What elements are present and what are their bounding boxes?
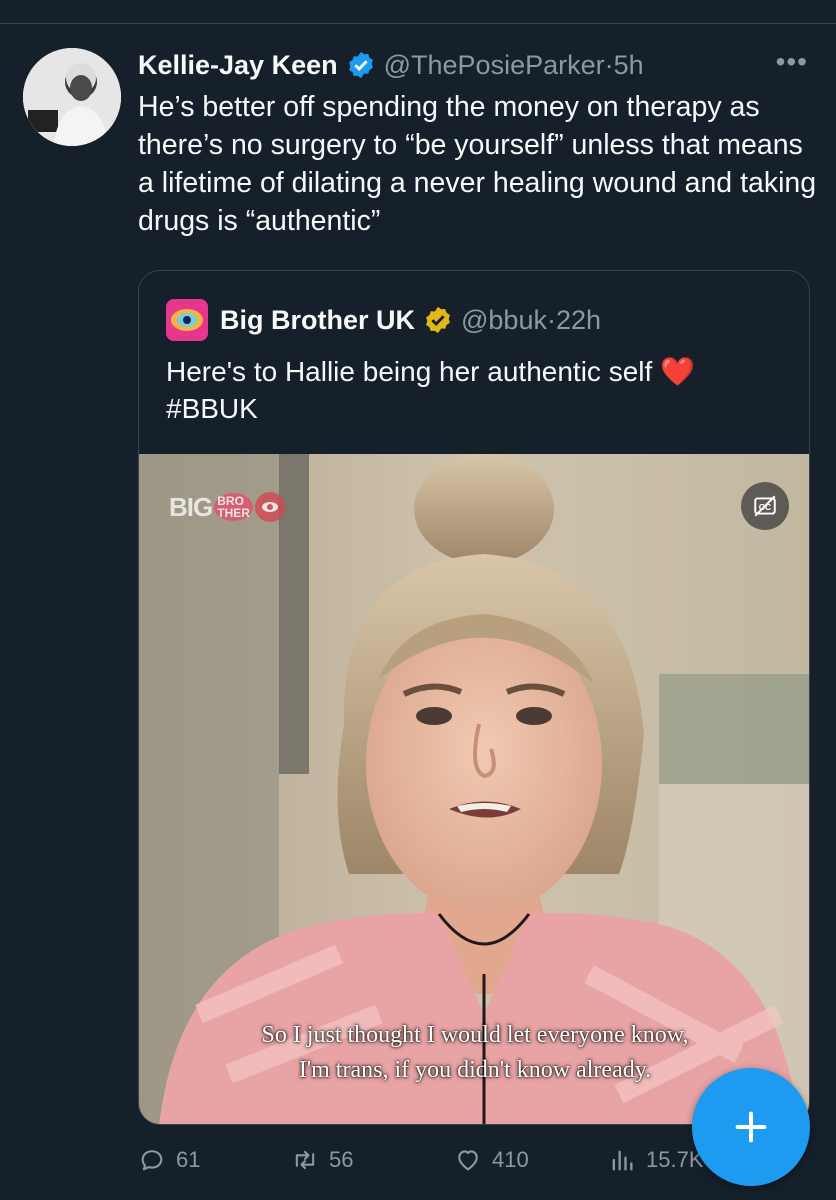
quoted-avatar[interactable] bbox=[166, 299, 208, 341]
subtitle-line-2: I'm trans, if you didn't know already. bbox=[298, 1057, 652, 1083]
quoted-text: Here's to Hallie being her authentic sel… bbox=[166, 356, 695, 424]
avatar-image bbox=[23, 48, 121, 146]
closed-captions-icon: CC bbox=[754, 495, 776, 517]
like-count: 410 bbox=[492, 1147, 529, 1172]
closed-captions-button[interactable]: CC bbox=[741, 482, 789, 530]
more-options-icon[interactable]: ••• bbox=[776, 46, 808, 78]
tweet-header: Kellie-Jay Keen @ThePosieParker · 5h bbox=[138, 46, 644, 84]
tweet-time[interactable]: 5h bbox=[614, 50, 644, 81]
reply-count: 61 bbox=[176, 1147, 201, 1172]
plus-icon bbox=[735, 1111, 767, 1143]
divider bbox=[0, 23, 836, 24]
subtitle-line-1: So I just thought I would let everyone k… bbox=[261, 1022, 689, 1048]
watermark-small: BRO THER bbox=[214, 493, 253, 521]
views-count: 15.7K bbox=[646, 1147, 704, 1172]
like-button[interactable]: 410 bbox=[454, 1140, 529, 1180]
verified-badge-icon bbox=[348, 51, 373, 79]
watermark-big: BIG bbox=[169, 491, 213, 522]
retweet-button[interactable]: 56 bbox=[291, 1140, 353, 1180]
retweet-count: 56 bbox=[329, 1147, 354, 1172]
tweet-text: He’s better off spending the money on th… bbox=[138, 91, 817, 237]
separator-dot: · bbox=[604, 49, 614, 80]
quoted-time: 22h bbox=[555, 304, 602, 335]
quoted-author-name[interactable]: Big Brother UK bbox=[220, 305, 415, 336]
big-brother-watermark: BIG BRO THER bbox=[169, 489, 285, 525]
gold-verified-badge-icon bbox=[426, 306, 450, 334]
author-name[interactable]: Kellie-Jay Keen bbox=[138, 50, 338, 81]
retweet-icon bbox=[295, 1150, 315, 1170]
quoted-header: Big Brother UK @bbuk · 22h bbox=[166, 298, 601, 342]
views-chart-icon bbox=[612, 1150, 633, 1171]
watermark-ther: THER bbox=[217, 506, 250, 520]
quoted-tweet[interactable]: Big Brother UK @bbuk · 22h Here's to Hal… bbox=[138, 270, 810, 1125]
bbuk-logo-icon bbox=[166, 299, 208, 341]
separator-dot: · bbox=[546, 304, 556, 335]
reply-button[interactable]: 61 bbox=[138, 1140, 200, 1180]
compose-fab-button[interactable] bbox=[692, 1068, 810, 1186]
author-avatar[interactable] bbox=[23, 48, 121, 146]
author-handle[interactable]: @ThePosieParker bbox=[384, 50, 605, 81]
heart-icon bbox=[458, 1150, 478, 1171]
video-player[interactable]: BIG BRO THER CC So I just thought I woul… bbox=[139, 454, 809, 1124]
quoted-author-handle[interactable]: @bbuk bbox=[461, 305, 547, 336]
eye-logo-icon bbox=[254, 492, 285, 522]
views-button[interactable]: 15.7K bbox=[608, 1140, 704, 1180]
reply-icon bbox=[141, 1150, 163, 1171]
